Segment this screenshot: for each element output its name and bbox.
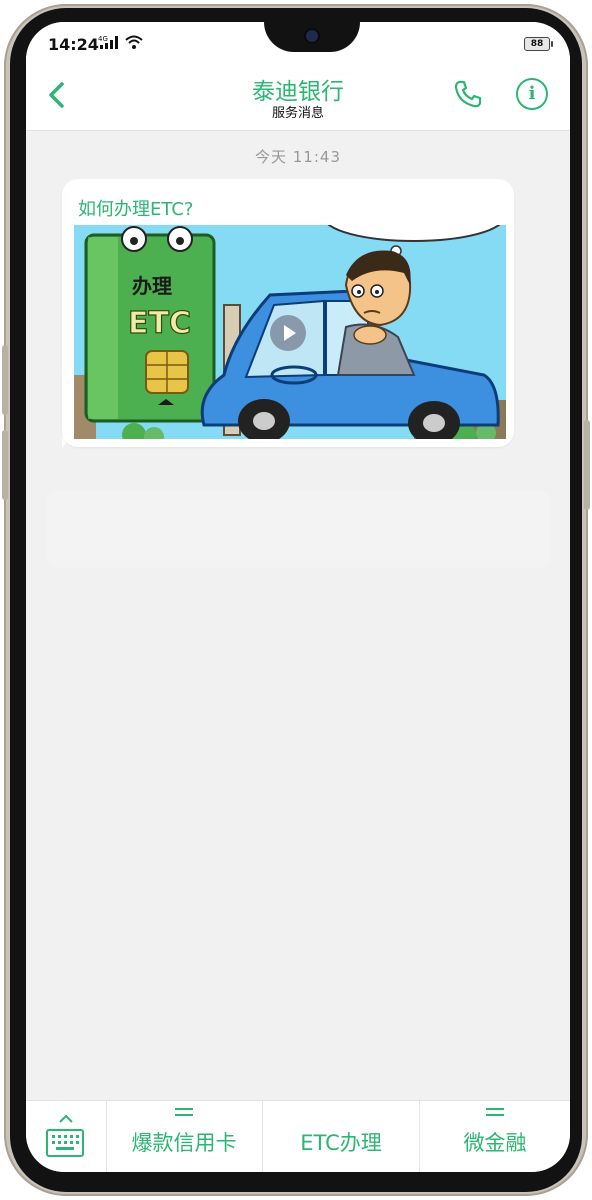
menu-item-label: 微金融 <box>463 1131 527 1155</box>
keyboard-toggle-button[interactable] <box>26 1101 107 1172</box>
menu-item-etc[interactable]: ETC办理 <box>263 1101 419 1172</box>
cellular-signal-icon: 4G <box>98 35 118 49</box>
status-time: 14:24 <box>48 35 99 54</box>
info-icon[interactable]: i <box>516 78 548 110</box>
menu-item-label: ETC办理 <box>300 1131 382 1155</box>
battery-icon: 88 <box>524 37 553 51</box>
message-title: 如何办理ETC? <box>78 199 194 220</box>
network-type: 4G <box>98 35 108 43</box>
wifi-icon <box>125 35 143 49</box>
video-thumbnail[interactable]: 办理 ETC <box>74 225 506 439</box>
play-icon[interactable] <box>270 315 306 351</box>
message-timestamp: 今天 11:43 <box>255 148 341 166</box>
keyboard-icon <box>46 1129 84 1157</box>
chevron-up-icon <box>59 1115 73 1123</box>
message-card[interactable]: 如何办理ETC? 办理 ETC <box>62 179 514 447</box>
bottom-menu-bar: 爆款信用卡 ETC办理 微金融 <box>26 1100 570 1172</box>
front-camera <box>306 30 318 42</box>
chat-header: 泰迪银行 服务消息 i <box>26 62 570 131</box>
card-text-line1: 办理 <box>132 274 172 298</box>
submenu-indicator-icon <box>486 1108 504 1120</box>
side-button <box>584 420 590 510</box>
camera-notch <box>264 22 360 52</box>
menu-item-credit-card[interactable]: 爆款信用卡 <box>106 1101 262 1172</box>
menu-item-label: 爆款信用卡 <box>131 1131 237 1155</box>
submenu-indicator-icon <box>175 1108 193 1120</box>
side-button <box>2 430 8 500</box>
page-title: 泰迪银行 <box>252 79 344 105</box>
phone-icon[interactable] <box>452 78 484 110</box>
menu-item-micro-finance[interactable]: 微金融 <box>420 1101 570 1172</box>
phone-screen: 14:24 4G 88 泰迪银行 服务消息 i 今天 11:43 如何办理ETC <box>26 22 570 1172</box>
page-subtitle: 服务消息 <box>271 106 324 121</box>
side-button <box>2 345 8 415</box>
empty-panel <box>46 490 550 568</box>
card-text-line2: ETC <box>128 306 191 341</box>
